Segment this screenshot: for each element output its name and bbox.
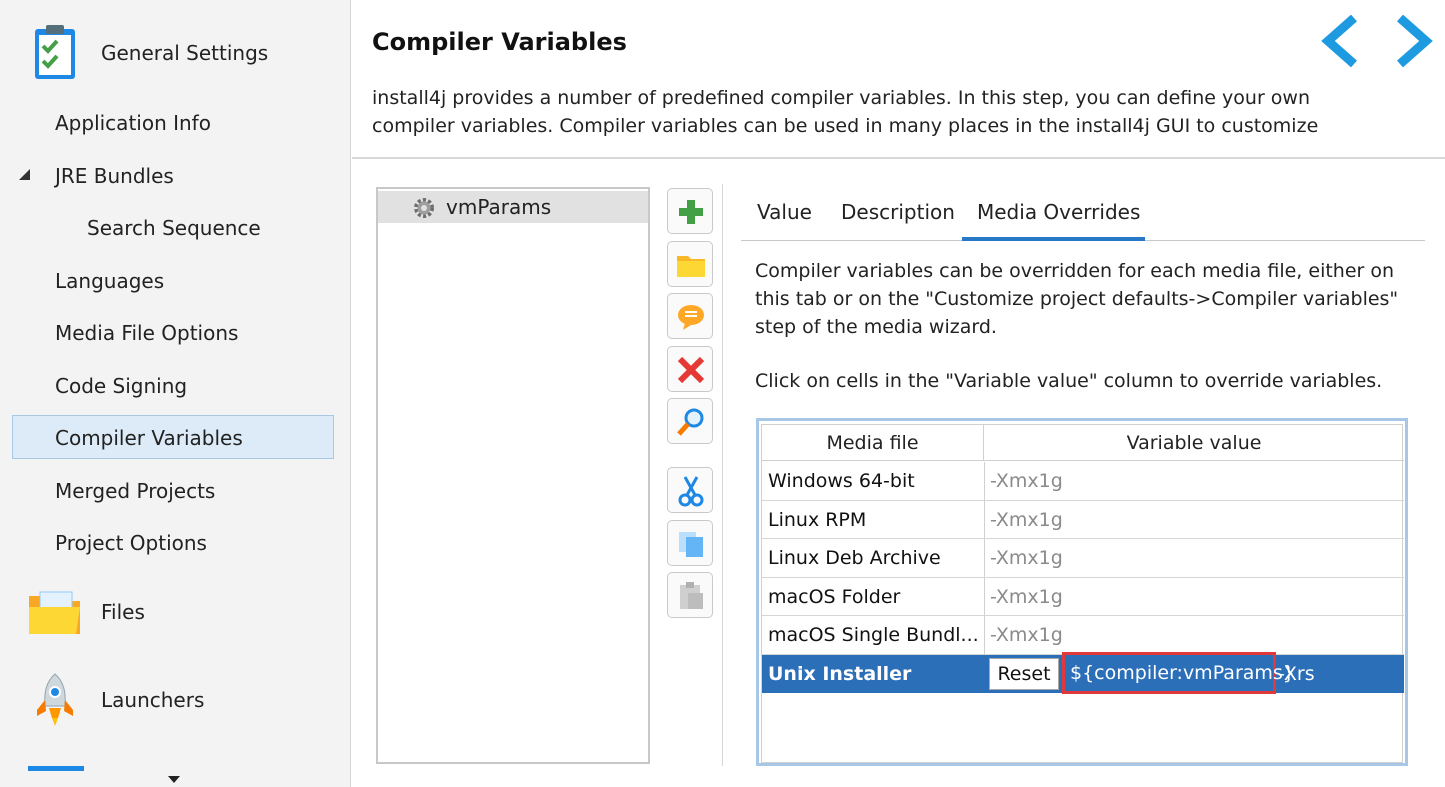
copy-button[interactable] [667,520,713,566]
sidebar-item-project-options[interactable]: Project Options [12,520,334,564]
search-button[interactable] [667,398,713,444]
tab-value[interactable]: Value [757,200,812,224]
paste-icon [680,582,703,609]
column-header-media-file[interactable]: Media file [762,425,984,461]
sidebar-item-label: Merged Projects [55,479,216,503]
cut-button[interactable] [667,467,713,513]
sidebar-item-compiler-variables[interactable]: Compiler Variables [12,415,334,459]
table-row[interactable]: Windows 64-bit -Xmx1g [762,462,1404,501]
sidebar: General Settings Application Info JRE Bu… [0,0,351,787]
section-label: General Settings [101,41,269,65]
paste-button [667,572,713,618]
sidebar-item-label: Code Signing [55,374,188,398]
help-text: Click on cells in the "Variable value" c… [755,370,1383,392]
sidebar-item-media-file-options[interactable]: Media File Options [12,310,334,354]
column-divider [984,539,985,577]
column-divider [984,577,985,615]
media-overrides-table[interactable]: Media file Variable value Windows 64-bit… [756,418,1408,766]
variable-value-editor[interactable]: ${compiler:vmParams} [1062,651,1295,694]
section-launchers[interactable]: Launchers [0,664,351,736]
sidebar-item-label: Application Info [55,111,211,135]
help-text: Compiler variables can be overridden for… [755,260,1399,338]
reset-button[interactable]: Reset [989,657,1059,690]
page-title: Compiler Variables [372,28,627,56]
variable-value-cell[interactable]: -Xmx1g [990,501,1063,539]
table-body: Media file Variable value Windows 64-bit… [761,424,1404,763]
sidebar-item-label: Media File Options [55,321,239,345]
section-general-settings[interactable]: General Settings [0,17,351,89]
column-divider [984,500,985,538]
folder-icon [677,256,705,277]
folder-files-icon [29,591,80,634]
description-line: compiler variables. Compiler variables c… [372,115,1319,137]
sidebar-item-application-info[interactable]: Application Info [12,100,334,144]
table-row-selected[interactable]: Unix Installer Reset ${compiler:vmParams… [762,651,1404,694]
column-divider [984,462,985,500]
scroll-down-icon[interactable] [168,776,180,783]
section-label: Files [101,600,145,624]
sidebar-item-label: Compiler Variables [55,426,243,450]
column-header-variable-value[interactable]: Variable value [984,425,1404,461]
install4j-window: General Settings Application Info JRE Bu… [0,0,1445,787]
sidebar-item-label: JRE Bundles [55,164,174,188]
media-file-cell: Linux RPM [768,508,867,531]
comment-icon [678,305,704,330]
copy-icon [679,532,703,557]
sidebar-item-jre-bundles[interactable]: JRE Bundles [12,153,334,197]
list-item[interactable]: vmParams [378,191,648,223]
variable-value-cell[interactable]: -Xmx1g [990,462,1063,500]
tab-media-overrides[interactable]: Media Overrides [977,200,1140,224]
variable-list[interactable]: vmParams [376,187,650,764]
back-arrow-icon[interactable] [1314,12,1372,70]
media-file-cell: macOS Folder [768,585,901,608]
cut-icon [678,476,704,507]
table-row[interactable]: Linux Deb Archive -Xmx1g [762,539,1404,578]
sidebar-item-search-sequence[interactable]: Search Sequence [12,205,334,249]
installer-icon [28,766,84,771]
media-file-cell: Linux Deb Archive [768,547,941,569]
add-folder-button[interactable] [667,241,713,287]
variable-value-suffix[interactable]: -Xrs [1278,655,1315,693]
description-line: install4j provides a number of predefine… [372,87,1311,109]
forward-arrow-icon[interactable] [1382,12,1440,70]
sidebar-item-merged-projects[interactable]: Merged Projects [12,468,334,512]
variable-value-cell[interactable]: -Xmx1g [990,539,1063,577]
media-file-cell: Unix Installer [768,662,912,685]
section-label: Launchers [101,688,205,712]
panel-divider [722,184,723,766]
rocket-icon [37,673,73,726]
tab-description[interactable]: Description [841,200,955,224]
sidebar-item-label: Search Sequence [87,216,261,240]
page-description: install4j provides a number of predefine… [372,84,1322,140]
active-tab-indicator [962,237,1145,241]
column-divider [984,616,985,654]
main-panel: Compiler Variables install4j provides a … [352,0,1445,787]
sidebar-item-code-signing[interactable]: Code Signing [12,363,334,407]
add-icon [679,200,703,224]
sidebar-item-languages[interactable]: Languages [12,258,334,302]
sidebar-item-label: Project Options [55,531,207,555]
sidebar-item-label: Languages [55,269,165,293]
variable-value-cell[interactable]: -Xmx1g [990,616,1063,654]
media-file-cell: Windows 64-bit [768,470,915,492]
variable-value-cell[interactable]: -Xmx1g [990,578,1063,616]
search-icon [677,408,704,436]
table-row[interactable]: macOS Folder -Xmx1g [762,577,1404,616]
add-variable-button[interactable] [667,188,713,234]
table-row[interactable]: Linux RPM -Xmx1g [762,500,1404,539]
delete-button[interactable] [667,346,713,392]
delete-icon [677,356,705,384]
media-file-cell: macOS Single Bundl... [768,624,978,646]
variable-name: vmParams [446,195,552,219]
section-files[interactable]: Files [0,576,351,648]
header-divider [352,157,1445,159]
add-comment-button[interactable] [667,293,713,339]
table-row[interactable]: macOS Single Bundl... -Xmx1g [762,616,1404,655]
gear-icon [414,198,434,218]
clipboard-checklist-icon [35,25,75,79]
